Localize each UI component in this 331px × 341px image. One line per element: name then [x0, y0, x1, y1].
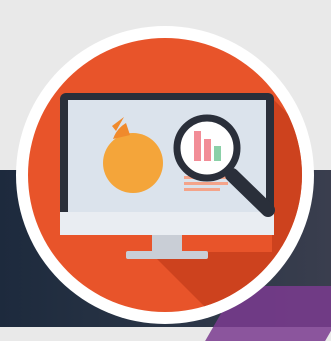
monitor-base [126, 251, 208, 259]
analytics-monitor-icon [16, 26, 314, 324]
monitor-stand [152, 235, 182, 251]
